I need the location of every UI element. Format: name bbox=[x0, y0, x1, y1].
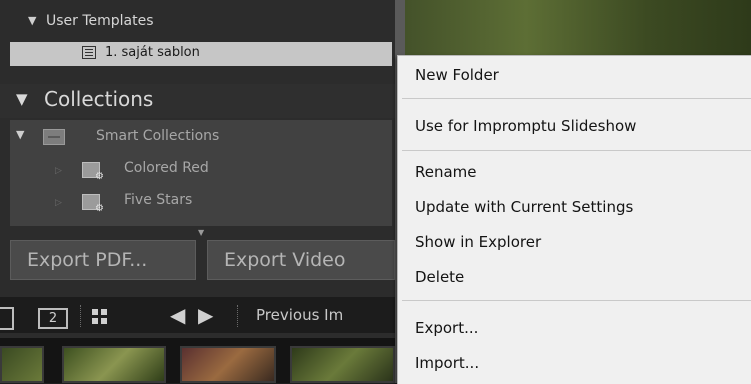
menu-item-delete[interactable]: Delete bbox=[415, 268, 464, 286]
template-list-icon bbox=[82, 46, 96, 59]
smart-collection-icon bbox=[82, 194, 104, 214]
menu-item-import[interactable]: Import... bbox=[415, 354, 479, 372]
template-item-label: 1. saját sablon bbox=[105, 45, 200, 60]
menu-separator bbox=[402, 300, 751, 301]
menu-separator bbox=[402, 150, 751, 151]
panel-scroll-handle-icon[interactable]: ▼ bbox=[198, 228, 204, 237]
export-pdf-button[interactable]: Export PDF... bbox=[10, 240, 196, 280]
arrow-right-icon[interactable]: ▶ bbox=[198, 303, 213, 327]
photo-preview bbox=[405, 0, 751, 60]
menu-item-use-for-impromptu-slideshow[interactable]: Use for Impromptu Slideshow bbox=[415, 117, 636, 135]
collections-list: ▼ Smart Collections ▷ Colored Red ▷ Five… bbox=[10, 120, 392, 226]
user-templates-label: User Templates bbox=[46, 13, 154, 29]
filmstrip-thumbnail[interactable] bbox=[290, 346, 395, 383]
smart-collections-triangle-icon[interactable]: ▼ bbox=[16, 128, 24, 141]
collections-triangle-icon[interactable]: ▼ bbox=[16, 90, 28, 108]
collapsed-triangle-icon: ▷ bbox=[55, 166, 62, 176]
collapsed-triangle-icon: ▷ bbox=[55, 198, 62, 208]
export-video-button[interactable]: Export Video bbox=[207, 240, 395, 280]
filmstrip-thumbnail[interactable] bbox=[0, 346, 44, 383]
filmstrip-toolbar: 2 ◀ ▶ Previous Im bbox=[0, 297, 395, 333]
menu-separator bbox=[402, 98, 751, 99]
smart-collection-set-icon bbox=[43, 129, 65, 145]
filmstrip-thumbnail[interactable] bbox=[62, 346, 166, 383]
arrow-left-icon[interactable]: ◀ bbox=[170, 303, 185, 327]
toolbar-separator bbox=[80, 305, 81, 327]
collection-item[interactable]: Colored Red bbox=[124, 160, 209, 176]
disclosure-triangle-icon[interactable]: ▼ bbox=[28, 14, 36, 27]
menu-item-export[interactable]: Export... bbox=[415, 319, 478, 337]
left-panel: ▼ User Templates 1. saját sablon ▼ Colle… bbox=[0, 0, 395, 383]
menu-item-new-folder[interactable]: New Folder bbox=[415, 66, 499, 84]
filmstrip bbox=[0, 338, 395, 383]
toolbar-separator bbox=[237, 305, 238, 327]
previous-import-label[interactable]: Previous Im bbox=[256, 306, 343, 324]
smart-collections-label[interactable]: Smart Collections bbox=[96, 128, 219, 144]
menu-item-show-in-explorer[interactable]: Show in Explorer bbox=[415, 233, 541, 251]
filmstrip-thumbnail[interactable] bbox=[180, 346, 276, 383]
smart-collection-icon bbox=[82, 162, 104, 182]
primary-display-icon[interactable] bbox=[0, 307, 14, 330]
user-templates-header[interactable]: ▼ User Templates bbox=[0, 10, 395, 36]
template-item[interactable]: 1. saját sablon bbox=[10, 42, 392, 66]
grid-view-icon[interactable] bbox=[92, 309, 108, 325]
secondary-display-button[interactable]: 2 bbox=[38, 308, 68, 329]
menu-item-update-with-current-settings[interactable]: Update with Current Settings bbox=[415, 198, 633, 216]
menu-item-rename[interactable]: Rename bbox=[415, 163, 477, 181]
context-menu: New Folder Use for Impromptu Slideshow R… bbox=[397, 55, 751, 384]
collections-header[interactable]: ▼ Collections bbox=[0, 84, 395, 118]
collection-item[interactable]: Five Stars bbox=[124, 192, 192, 208]
collections-label: Collections bbox=[44, 87, 154, 111]
